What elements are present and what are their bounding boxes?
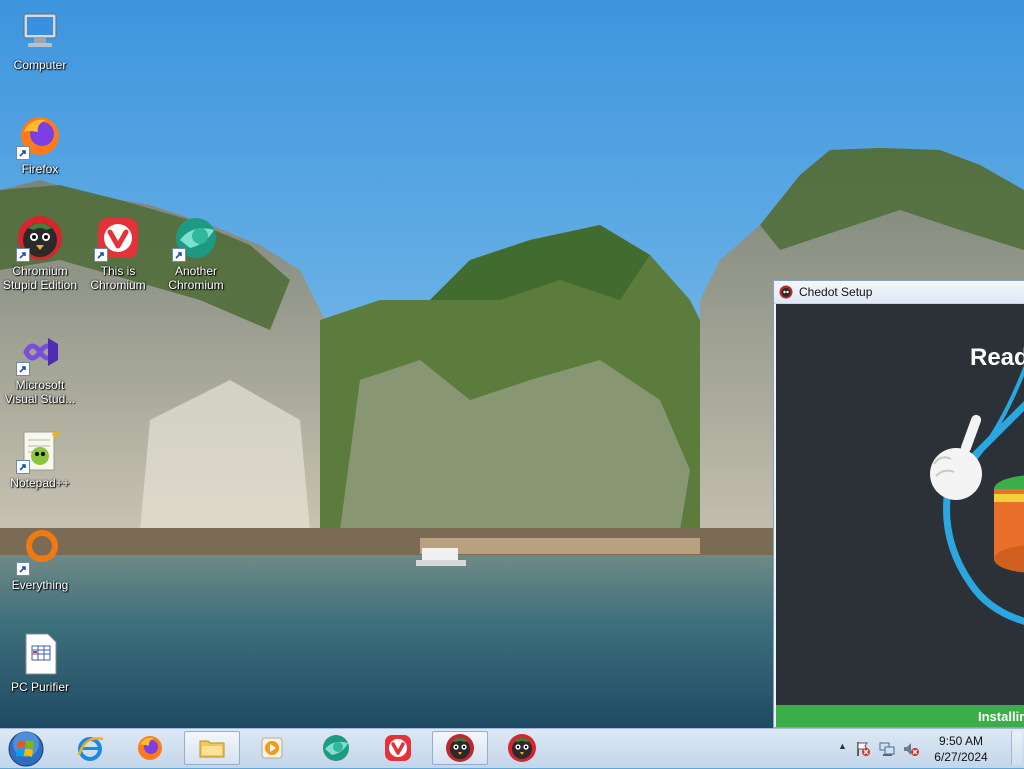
- taskbar-chedot-setup[interactable]: [432, 731, 488, 765]
- taskbar-internet-explorer[interactable]: [62, 731, 118, 765]
- another-chromium-icon: [323, 735, 349, 761]
- taskbar-file-explorer[interactable]: [184, 731, 240, 765]
- taskbar: ▲ 9:50 AM 6/27/2024: [0, 728, 1024, 768]
- desktop-icon-chromium-stupid[interactable]: Chromium Stupid Edition: [0, 214, 80, 292]
- taskbar-clock[interactable]: 9:50 AM 6/27/2024: [930, 733, 992, 765]
- desktop-icon-label: Computer: [13, 58, 67, 72]
- shortcut-arrow-icon: [172, 248, 186, 262]
- computer-icon: [16, 8, 64, 56]
- taskbar-firefox[interactable]: [122, 731, 178, 765]
- show-hidden-icons-chevron-icon[interactable]: ▲: [838, 741, 847, 751]
- vivaldi-icon: [94, 214, 142, 262]
- another-chromium-icon: [172, 214, 220, 262]
- desktop-icon-label: Another Chromium: [168, 264, 224, 292]
- window-title: Chedot Setup: [799, 285, 873, 299]
- show-desktop-button[interactable]: [1011, 731, 1022, 765]
- firefox-icon: [16, 112, 64, 160]
- chromium-stupid-icon: [508, 734, 536, 762]
- window-titlebar[interactable]: Chedot Setup: [774, 281, 1024, 304]
- desktop-icon-label: Firefox: [21, 162, 59, 176]
- firefox-icon: [138, 736, 162, 760]
- volume-muted-icon[interactable]: [902, 740, 920, 758]
- desktop-icon-label: Chromium Stupid Edition: [2, 264, 78, 292]
- taskbar-vivaldi[interactable]: [370, 731, 426, 765]
- taskbar-another-chromium[interactable]: [308, 731, 364, 765]
- desktop-icon-this-is-chromium[interactable]: This is Chromium: [78, 214, 158, 292]
- box-icon: [994, 475, 1024, 573]
- pc-purifier-icon: [16, 630, 64, 678]
- taskbar-chromium-stupid[interactable]: [494, 731, 550, 765]
- clock-time: 9:50 AM: [938, 734, 984, 748]
- shortcut-arrow-icon: [16, 362, 30, 376]
- shortcut-arrow-icon: [16, 562, 30, 576]
- shortcut-arrow-icon: [16, 146, 30, 160]
- action-center-flag-icon[interactable]: [854, 740, 872, 758]
- desktop-icon-visual-studio[interactable]: Microsoft Visual Stud...: [0, 328, 80, 406]
- setup-content: Ready: [776, 304, 1024, 705]
- media-player-icon: [261, 737, 283, 759]
- shortcut-arrow-icon: [16, 248, 30, 262]
- desktop-icon-label: PC Purifier: [10, 680, 69, 694]
- visual-studio-icon: [16, 328, 64, 376]
- clock-date: 6/27/2024: [934, 750, 988, 764]
- setup-heading: Ready: [970, 344, 1024, 371]
- shortcut-arrow-icon: [94, 248, 108, 262]
- system-tray: ▲ 9:50 AM 6/27/2024: [834, 729, 1024, 769]
- install-progress-bar: Installing: [776, 705, 1024, 727]
- chromium-stupid-icon: [16, 214, 64, 262]
- desktop-icon-notepad-plus-plus[interactable]: Notepad++: [0, 426, 80, 490]
- shortcut-arrow-icon: [16, 460, 30, 474]
- desktop-icon-pc-purifier[interactable]: PC Purifier: [0, 630, 80, 694]
- progress-label: Installing: [978, 708, 1024, 724]
- folder-icon: [199, 740, 225, 758]
- hand-icon: [930, 414, 982, 500]
- desktop-icon-everything[interactable]: Everything: [0, 528, 80, 592]
- chedot-icon: [446, 734, 474, 762]
- start-button[interactable]: [4, 730, 48, 768]
- notepad-plus-plus-icon: [16, 426, 64, 474]
- chedot-icon: [779, 285, 793, 299]
- taskbar-media-player[interactable]: [244, 731, 300, 765]
- desktop-icon-firefox[interactable]: Firefox: [0, 112, 80, 176]
- windows-orb-icon: [8, 731, 44, 767]
- desktop-icon-another-chromium[interactable]: Another Chromium: [156, 214, 236, 292]
- desktop-icon-label: Everything: [11, 578, 69, 592]
- desktop-icon-label: Notepad++: [10, 476, 70, 490]
- desktop-icon-label: This is Chromium: [90, 264, 146, 292]
- network-icon[interactable]: [878, 740, 896, 758]
- everything-search-icon: [16, 528, 64, 576]
- desktop-icon-computer[interactable]: Computer: [0, 8, 80, 72]
- desktop-icon-label: Microsoft Visual Stud...: [4, 378, 76, 406]
- chedot-setup-window[interactable]: Chedot Setup Ready Installing: [773, 280, 1024, 728]
- internet-explorer-icon: [77, 737, 104, 761]
- vivaldi-icon: [385, 735, 411, 761]
